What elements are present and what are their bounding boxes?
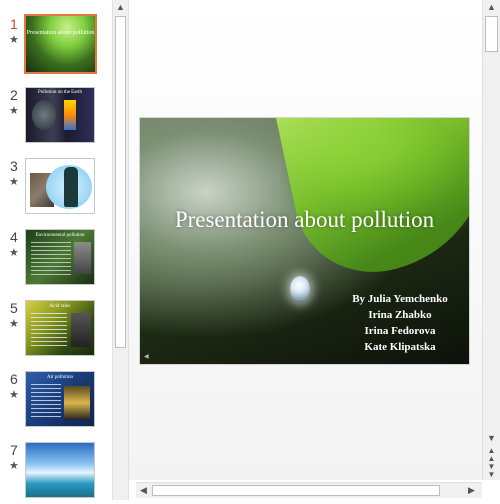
thumbnail-picture: [64, 386, 90, 420]
thumbnail-row-6[interactable]: 6 ★ Air pollution: [0, 371, 112, 433]
slide-number: 4: [10, 229, 18, 245]
animation-star-icon: ★: [9, 105, 19, 117]
previous-slide-icon[interactable]: ▲ ▲: [484, 447, 499, 463]
slide-thumbnail-6[interactable]: Air pollution: [25, 371, 95, 427]
thumbnail-text-lines: [31, 384, 61, 418]
water-drop-image: [290, 276, 310, 302]
horizontal-scrollbar[interactable]: ◀ ▶: [136, 482, 482, 498]
animation-star-icon: ★: [9, 389, 19, 401]
earth-image: [32, 100, 56, 130]
slide-title[interactable]: Presentation about pollution: [170, 205, 439, 234]
thumbnail-title: Presentation about pollution: [26, 30, 95, 36]
slide-number: 7: [10, 442, 18, 458]
slide-thumbnail-3[interactable]: [25, 158, 95, 214]
slide-number: 3: [10, 158, 18, 174]
author-line: By Julia Yemchenko: [352, 293, 448, 305]
thumbnail-title: Acid rains: [49, 304, 71, 309]
slide-number: 6: [10, 371, 18, 387]
thumbnail-text-lines: [31, 242, 71, 278]
slide-thumbnail-4[interactable]: Environmental pollution: [25, 229, 95, 285]
next-slide-icon[interactable]: ▼ ▼: [484, 463, 499, 479]
person-silhouette-icon: [64, 167, 78, 207]
slide-authors[interactable]: By Julia Yemchenko Irina Zhabko Irina Fe…: [330, 291, 469, 355]
scroll-right-arrow-icon[interactable]: ▶: [464, 483, 479, 498]
slide-thumbnail-pane: 1 ★ Presentation about pollution 2 ★ Pol…: [0, 0, 112, 500]
thumbnail-picture: [64, 100, 76, 130]
slide-thumbnail-7[interactable]: [25, 442, 95, 498]
thumbnail-title: Pollution on the Earth: [37, 90, 83, 95]
leaf-image: [272, 118, 469, 287]
thumbnail-text-lines: [31, 313, 67, 347]
thumbnail-title: Air pollution: [47, 375, 73, 380]
thumbnail-picture: [71, 313, 91, 347]
slide-thumbnail-1[interactable]: Presentation about pollution: [24, 14, 97, 74]
vertical-scrollbar[interactable]: ▲ ▼ ▲ ▲ ▼ ▼: [482, 0, 500, 480]
animation-star-icon: ★: [9, 247, 19, 259]
horizontal-scroll-thumb[interactable]: [152, 485, 440, 496]
slide-number: 1: [10, 16, 18, 32]
thumbnail-row-7[interactable]: 7 ★: [0, 442, 112, 504]
thumbnail-scroll-thumb[interactable]: [115, 16, 126, 348]
author-line: Irina Fedorova: [364, 325, 436, 337]
animation-star-icon: ★: [9, 34, 19, 46]
animation-star-icon: ★: [9, 176, 19, 188]
slide-number: 5: [10, 300, 18, 316]
thumbnail-row-4[interactable]: 4 ★ Environmental pollution: [0, 229, 112, 291]
thumbnail-row-2[interactable]: 2 ★ Pollution on the Earth: [0, 87, 112, 149]
scroll-up-arrow-icon[interactable]: ▲: [113, 0, 128, 15]
scroll-up-arrow-icon[interactable]: ▲: [484, 0, 499, 15]
thumbnail-title: Environmental pollution: [35, 233, 85, 238]
author-line: Kate Klipatska: [364, 341, 436, 353]
vertical-scroll-thumb[interactable]: [485, 16, 498, 52]
thumbnail-scrollbar[interactable]: ▲: [112, 0, 129, 500]
action-button-icon[interactable]: ◀: [144, 353, 149, 360]
slide-thumbnail-5[interactable]: Acid rains: [25, 300, 95, 356]
thumbnail-row-5[interactable]: 5 ★ Acid rains: [0, 300, 112, 362]
slide-thumbnail-2[interactable]: Pollution on the Earth: [25, 87, 95, 143]
animation-star-icon: ★: [9, 460, 19, 472]
animation-star-icon: ★: [9, 318, 19, 330]
scroll-down-arrow-icon[interactable]: ▼: [484, 431, 499, 446]
thumbnail-picture: [74, 242, 91, 274]
thumbnail-row-3[interactable]: 3 ★: [0, 158, 112, 220]
main-slide[interactable]: Presentation about pollution By Julia Ye…: [139, 117, 470, 365]
slide-editing-area: Presentation about pollution By Julia Ye…: [129, 0, 482, 480]
author-line: Irina Zhabko: [368, 309, 432, 321]
slide-number: 2: [10, 87, 18, 103]
scroll-left-arrow-icon[interactable]: ◀: [136, 483, 151, 498]
thumbnail-row-1[interactable]: 1 ★ Presentation about pollution: [0, 14, 112, 78]
